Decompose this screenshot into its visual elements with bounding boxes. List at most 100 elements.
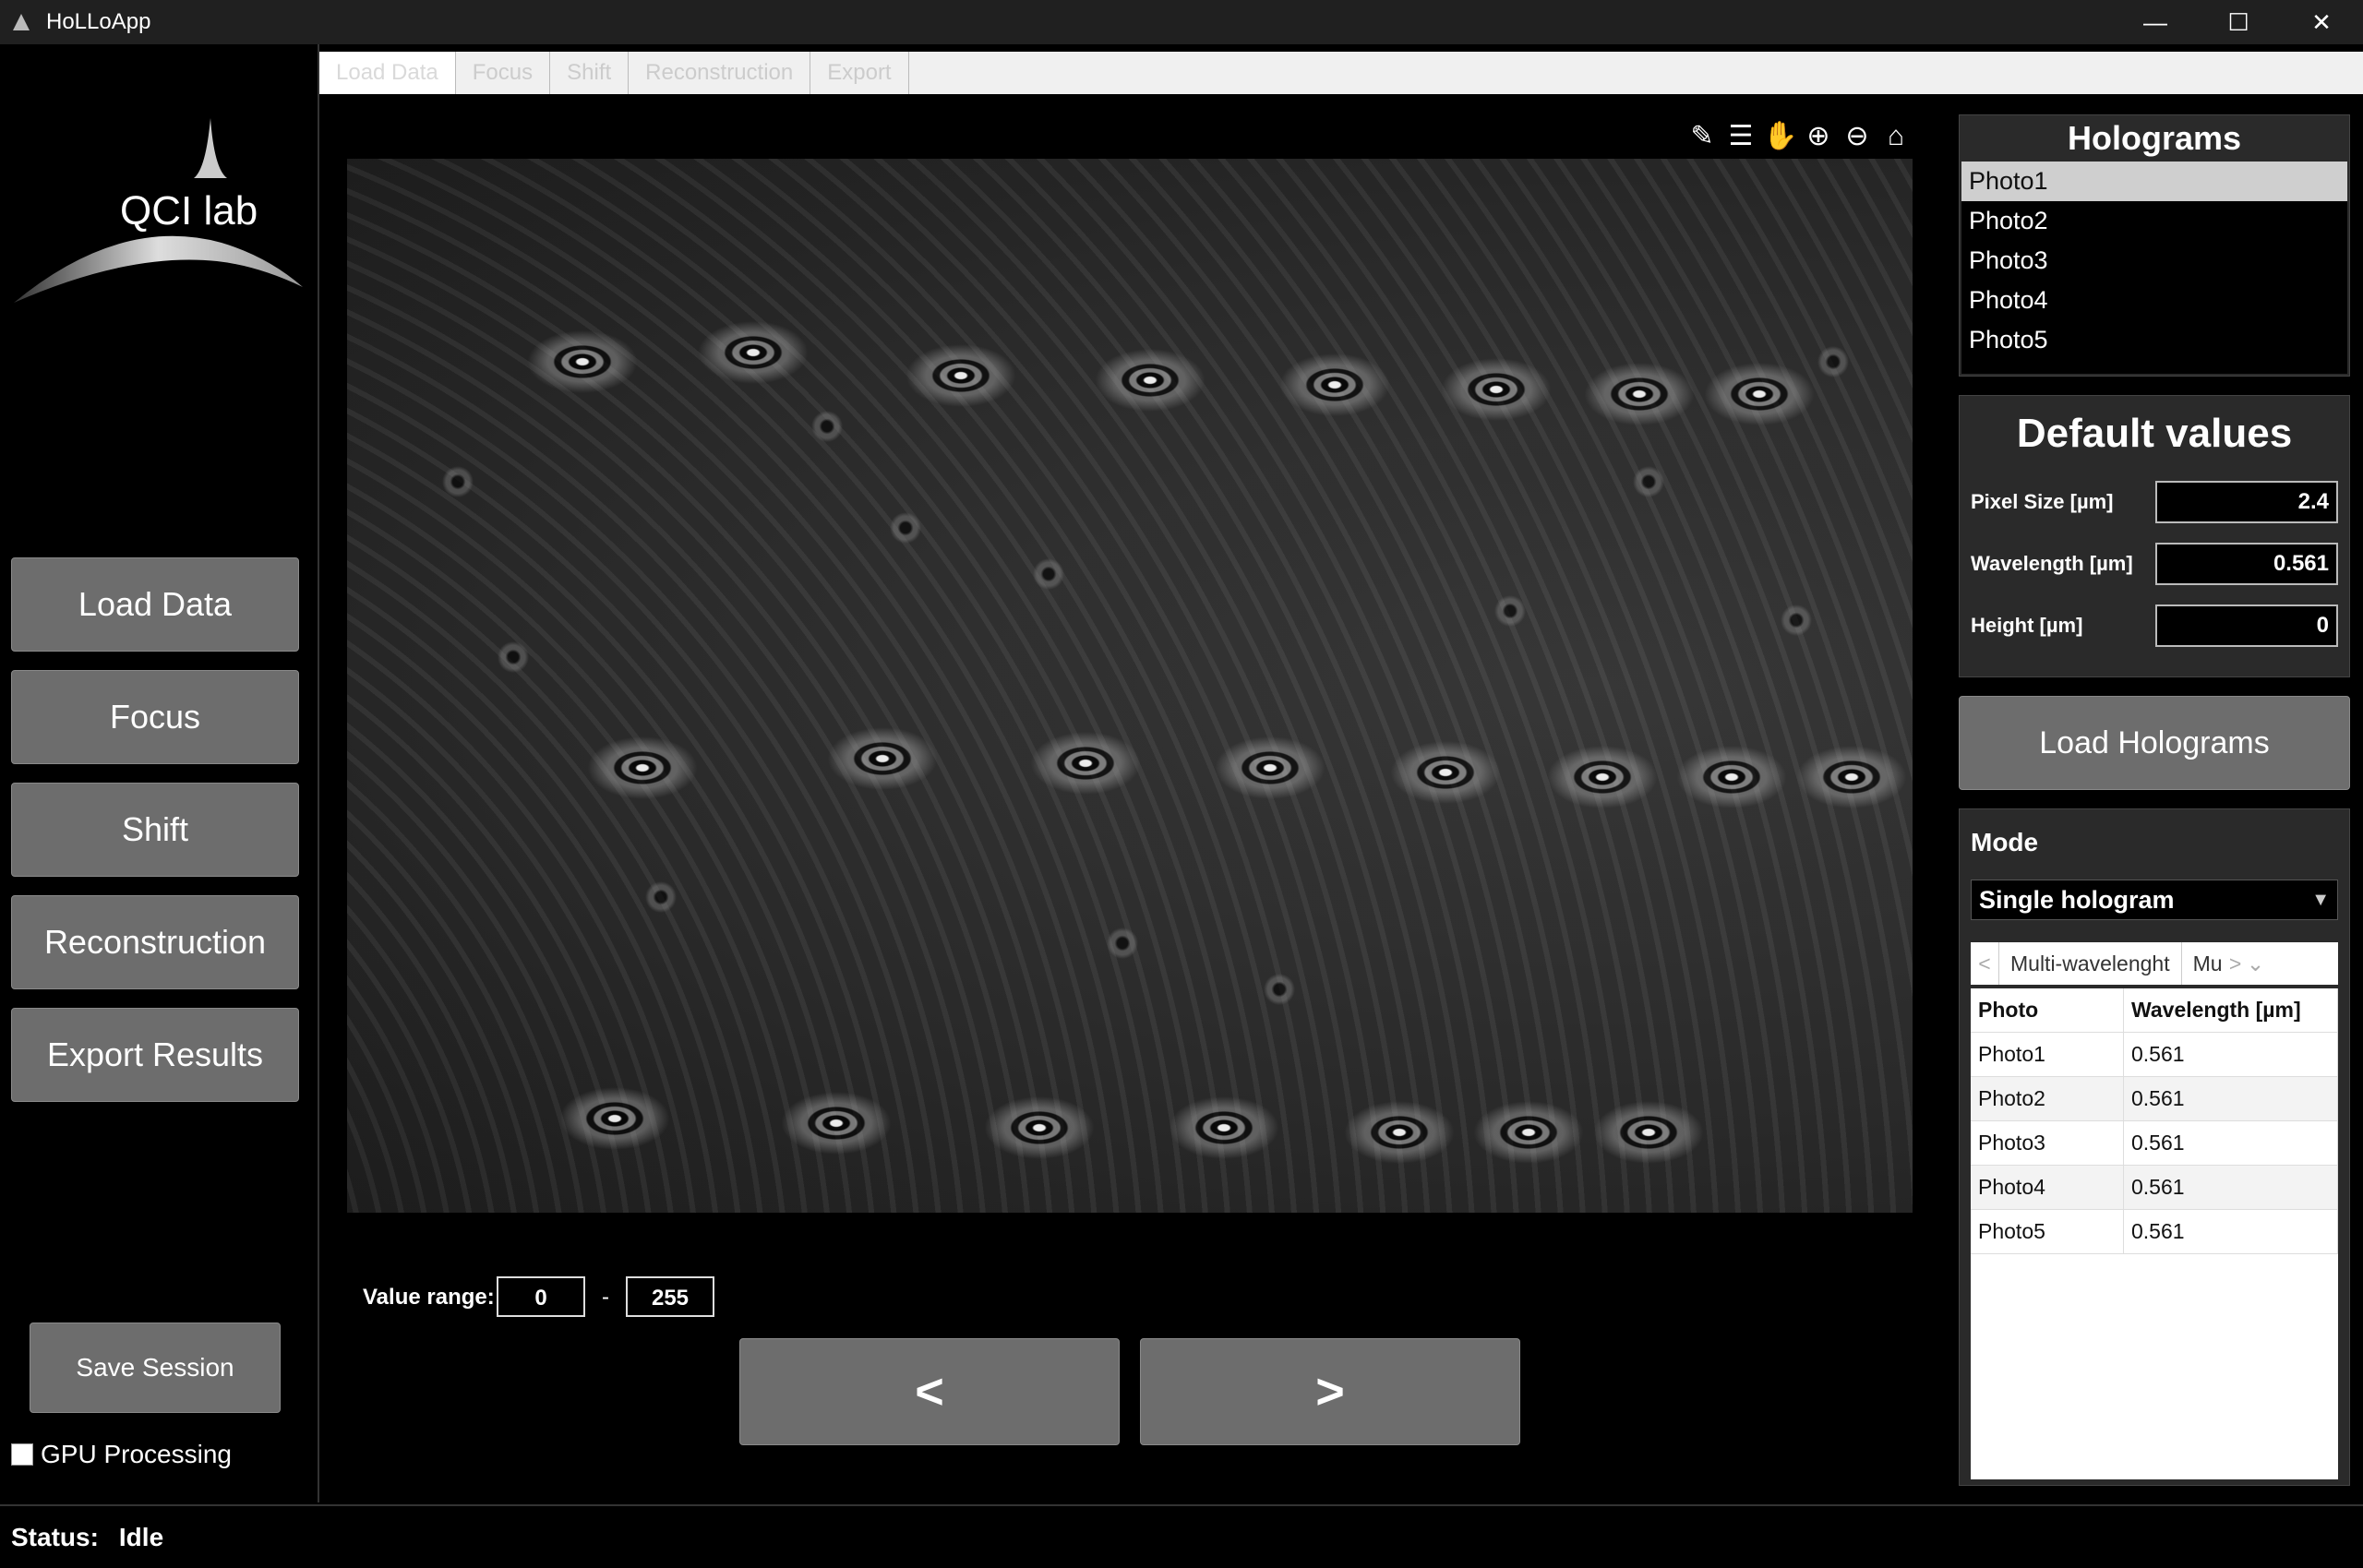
next-button[interactable]: > (1140, 1338, 1520, 1445)
table-row[interactable]: Photo2 0.561 (1971, 1077, 2338, 1121)
particle (1086, 343, 1215, 417)
cell-wavelength[interactable]: 0.561 (2124, 1077, 2338, 1120)
holograms-title: Holograms (1960, 115, 2349, 157)
bubble (1492, 592, 1529, 629)
particle (1270, 348, 1399, 422)
value-range-label: Value range: (363, 1285, 495, 1310)
value-range-dash: - (602, 1285, 609, 1310)
mode-selected-value: Single hologram (1979, 886, 2175, 914)
tab-bar: Load Data Focus Shift Reconstruction Exp… (319, 52, 2363, 94)
status-bar: Status: Idle (0, 1504, 2363, 1568)
window-controls: — ☐ ✕ (2114, 0, 2363, 44)
particle (1538, 740, 1667, 814)
particle (1464, 1095, 1593, 1169)
value-range-min-input[interactable]: 0 (497, 1276, 585, 1317)
tab-reconstruction[interactable]: Reconstruction (629, 52, 811, 94)
mode-select[interactable]: Single hologram ▼ (1971, 880, 2338, 920)
particle (1335, 1095, 1464, 1169)
edit-icon[interactable]: ✎ (1685, 120, 1719, 153)
tab-focus[interactable]: Focus (456, 52, 551, 94)
table-row[interactable]: Photo3 0.561 (1971, 1121, 2338, 1166)
tab-load-data[interactable]: Load Data (319, 52, 456, 94)
bubble (887, 509, 924, 546)
focus-button[interactable]: Focus (11, 670, 299, 764)
table-row[interactable]: Photo5 0.561 (1971, 1210, 2338, 1254)
maximize-button[interactable]: ☐ (2197, 0, 2280, 44)
particle (1575, 357, 1704, 431)
subplots-icon[interactable]: ☰ (1724, 120, 1757, 153)
table-row[interactable]: Photo4 0.561 (1971, 1166, 2338, 1210)
hologram-item-photo2[interactable]: Photo2 (1961, 201, 2347, 241)
sidebar: QCI lab Load Data Focus Shift Reconstruc… (0, 44, 319, 1502)
pan-icon[interactable]: ✋ (1763, 120, 1797, 153)
gpu-checkbox[interactable] (11, 1443, 33, 1466)
cell-wavelength[interactable]: 0.561 (2124, 1166, 2338, 1209)
home-icon[interactable]: ⌂ (1879, 120, 1913, 153)
cell-photo[interactable]: Photo2 (1971, 1077, 2124, 1120)
height-input[interactable]: 0 (2155, 604, 2338, 647)
table-row[interactable]: Photo1 0.561 (1971, 1033, 2338, 1077)
previous-button[interactable]: < (739, 1338, 1120, 1445)
cell-wavelength[interactable]: 0.561 (2124, 1210, 2338, 1253)
pixel-size-input[interactable]: 2.4 (2155, 481, 2338, 523)
value-range-max-input[interactable]: 255 (626, 1276, 714, 1317)
particle (1205, 731, 1335, 805)
hologram-item-photo5[interactable]: Photo5 (1961, 320, 2347, 360)
minimize-button[interactable]: — (2114, 0, 2197, 44)
cell-photo[interactable]: Photo5 (1971, 1210, 2124, 1253)
title-bar: HoLLoApp — ☐ ✕ (0, 0, 2363, 44)
table-header-row: Photo Wavelength [µm] (1971, 988, 2338, 1033)
export-results-button[interactable]: Export Results (11, 1008, 299, 1102)
bubble (642, 879, 679, 916)
bubble (1261, 971, 1298, 1008)
reconstruction-button[interactable]: Reconstruction (11, 895, 299, 989)
cell-photo[interactable]: Photo3 (1971, 1121, 2124, 1165)
main-area: ✎ ☰ ✋ ⊕ ⊖ ⌂ Value range: 0 - 255 < > (319, 94, 1948, 1502)
cell-photo[interactable]: Photo1 (1971, 1033, 2124, 1076)
mode-label: Mode (1971, 828, 2039, 856)
subtab-menu-icon[interactable]: ⌄ (2245, 952, 2267, 976)
bubble (1778, 602, 1815, 639)
logo-text: QCI lab (120, 188, 258, 233)
cell-wavelength[interactable]: 0.561 (2124, 1121, 2338, 1165)
zoom-out-icon[interactable]: ⊖ (1841, 120, 1874, 153)
bubble (1030, 556, 1067, 592)
tab-multi-wavelength[interactable]: Multi-wavelenght (1998, 942, 2182, 985)
particle (689, 316, 818, 389)
particle (1021, 726, 1150, 800)
zoom-in-icon[interactable]: ⊕ (1802, 120, 1835, 153)
wavelength-table: Photo Wavelength [µm] Photo1 0.561 Photo… (1971, 988, 2338, 1479)
particle (518, 325, 647, 399)
subtab-scroll-right-icon[interactable]: > (2226, 952, 2245, 976)
save-session-button[interactable]: Save Session (30, 1323, 281, 1413)
header-photo[interactable]: Photo (1971, 988, 2124, 1032)
hologram-item-photo4[interactable]: Photo4 (1961, 281, 2347, 320)
gpu-processing-toggle[interactable]: GPU Processing (11, 1440, 232, 1469)
tab-export[interactable]: Export (810, 52, 909, 94)
shift-button[interactable]: Shift (11, 783, 299, 877)
particle (975, 1091, 1104, 1165)
cell-photo[interactable]: Photo4 (1971, 1166, 2124, 1209)
load-data-button[interactable]: Load Data (11, 557, 299, 652)
tab-mu[interactable]: Mu (2182, 942, 2226, 985)
bubble (809, 408, 846, 445)
hologram-item-photo1[interactable]: Photo1 (1961, 162, 2347, 201)
close-button[interactable]: ✕ (2280, 0, 2363, 44)
cell-wavelength[interactable]: 0.561 (2124, 1033, 2338, 1076)
header-wavelength[interactable]: Wavelength [µm] (2124, 988, 2338, 1032)
particle (1787, 740, 1913, 814)
subtab-scroll-left-icon[interactable]: < (1971, 952, 1998, 976)
tab-shift[interactable]: Shift (550, 52, 630, 94)
app-icon (13, 14, 30, 30)
plot-toolbar: ✎ ☰ ✋ ⊕ ⊖ ⌂ (1685, 120, 1913, 153)
gpu-label: GPU Processing (41, 1440, 232, 1468)
height-row: Height [µm] 0 (1971, 604, 2340, 647)
status-label: Status: (11, 1522, 99, 1551)
load-holograms-button[interactable]: Load Holograms (1959, 696, 2350, 790)
particle (772, 1086, 901, 1160)
wavelength-input[interactable]: 0.561 (2155, 543, 2338, 585)
particle (896, 339, 1026, 413)
particle (1695, 357, 1824, 431)
hologram-item-photo3[interactable]: Photo3 (1961, 241, 2347, 281)
hologram-image[interactable] (347, 159, 1913, 1213)
